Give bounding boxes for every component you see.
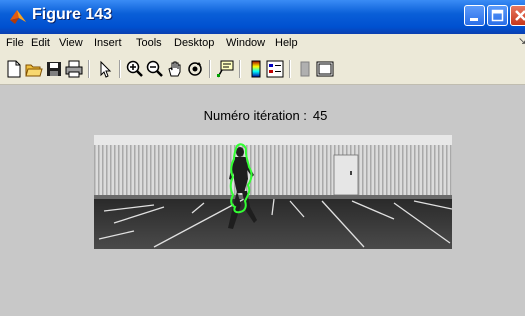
toolbar-separator — [289, 60, 291, 78]
maximize-button[interactable] — [487, 5, 508, 26]
menu-file[interactable]: File — [6, 37, 24, 49]
matlab-logo-icon — [10, 10, 26, 24]
menu-insert[interactable]: Insert — [94, 37, 122, 49]
toolbar-separator — [209, 60, 211, 78]
menu-edit[interactable]: Edit — [31, 37, 50, 49]
iteration-value: 45 — [312, 108, 328, 123]
menu-view[interactable]: View — [59, 37, 83, 49]
close-button[interactable] — [510, 5, 525, 26]
menu-help[interactable]: Help — [275, 37, 298, 49]
data-cursor-icon[interactable] — [216, 60, 234, 78]
open-folder-icon[interactable] — [25, 60, 43, 78]
toolbar-separator — [239, 60, 241, 78]
tracked-frame-image — [94, 135, 452, 249]
iteration-label: Numéro itération : — [203, 108, 307, 123]
title-bar: Figure 143 — [0, 0, 525, 34]
arrow-pointer-icon[interactable] — [96, 60, 114, 78]
new-file-icon[interactable] — [5, 60, 23, 78]
dock-arrow-icon[interactable]: ↘ — [518, 36, 525, 47]
window-title: Figure 143 — [32, 6, 113, 23]
menu-desktop[interactable]: Desktop — [174, 37, 214, 49]
iteration-title: Numéro itération : 45 — [0, 108, 525, 123]
zoom-in-icon[interactable] — [126, 60, 144, 78]
toolbar-separator — [88, 60, 90, 78]
close-icon — [515, 10, 525, 21]
zoom-out-icon[interactable] — [146, 60, 164, 78]
toolbar-separator — [119, 60, 121, 78]
save-icon[interactable] — [45, 60, 63, 78]
figure-toolbar — [0, 54, 525, 85]
print-icon[interactable] — [65, 60, 83, 78]
minimize-button[interactable] — [464, 5, 485, 26]
menu-window[interactable]: Window — [226, 37, 265, 49]
hide-plot-tools-icon[interactable] — [296, 60, 314, 78]
menu-tools[interactable]: Tools — [136, 37, 162, 49]
rotate-3d-icon[interactable] — [186, 60, 204, 78]
colorbar-icon[interactable] — [247, 60, 265, 78]
minimize-icon — [470, 18, 478, 21]
pan-hand-icon[interactable] — [166, 60, 184, 78]
legend-icon[interactable] — [266, 60, 284, 78]
menu-bar: File Edit View Insert Tools Desktop Wind… — [0, 34, 525, 54]
show-plot-tools-icon[interactable] — [316, 60, 334, 78]
maximize-icon — [491, 9, 504, 22]
